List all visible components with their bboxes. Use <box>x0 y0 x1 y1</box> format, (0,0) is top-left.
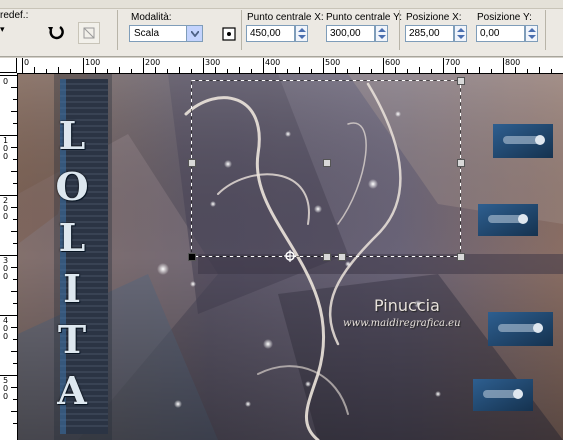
preset-dropdown-arrow-icon[interactable]: ▾ <box>0 24 5 35</box>
reset-rotate-icon[interactable] <box>46 22 66 42</box>
mode-value: Scala <box>134 28 160 39</box>
ruler-label: 3 0 0 <box>3 256 9 281</box>
ruler-label: 100 <box>85 58 101 67</box>
toolbar-separator <box>399 10 400 50</box>
transform-handle[interactable] <box>457 253 465 261</box>
ruler-label: 0 <box>3 77 9 86</box>
center-y-label: Punto centrale Y: <box>326 12 402 23</box>
ruler-label: 0 <box>24 58 30 67</box>
pos-x-label: Posizione X: <box>406 12 462 23</box>
ruler-label: 4 0 0 <box>3 316 9 341</box>
transform-handle[interactable] <box>188 159 196 167</box>
horizontal-ruler[interactable]: 0 100 200 300 400 500 600 700 800 <box>17 58 563 74</box>
transform-handle[interactable] <box>457 77 465 85</box>
ruler-label: 5 0 0 <box>3 376 9 401</box>
center-y-input[interactable]: 300,00 <box>326 25 375 42</box>
pos-y-label: Posizione Y: <box>477 12 532 23</box>
center-x-spinner[interactable] <box>295 25 308 42</box>
ruler-label: 600 <box>385 58 401 67</box>
pos-x-input[interactable]: 285,00 <box>405 25 454 42</box>
center-point-icon[interactable] <box>219 24 239 44</box>
ruler-label: 1 0 0 <box>3 136 9 161</box>
document-image[interactable]: L O L I T A Pinuccia www.maidiregrafica.… <box>18 74 563 440</box>
pos-x-spinner[interactable] <box>454 25 467 42</box>
vertical-ruler[interactable]: 0 1 0 0 2 0 0 3 0 0 4 0 0 5 0 0 <box>0 73 18 440</box>
preset-label: redef.: <box>0 10 29 21</box>
ruler-label: 800 <box>505 58 521 67</box>
transform-handle[interactable] <box>323 253 331 261</box>
chevron-down-icon[interactable] <box>186 26 202 41</box>
apply-transform-icon[interactable] <box>78 22 100 44</box>
ruler-label: 500 <box>325 58 341 67</box>
tool-options-toolbar: redef.: ▾ Modalità: Scala Punto centrale… <box>0 0 563 57</box>
ruler-label: 400 <box>265 58 281 67</box>
toolbar-top-strip <box>0 0 563 9</box>
transform-handle[interactable] <box>188 253 196 261</box>
mode-label: Modalità: <box>131 12 172 23</box>
transform-handle[interactable] <box>323 159 331 167</box>
center-x-label: Punto centrale X: <box>247 12 324 23</box>
transform-bounding-box[interactable] <box>191 80 461 257</box>
pos-y-spinner[interactable] <box>525 25 538 42</box>
toolbar-separator <box>241 10 242 50</box>
toolbar-separator <box>117 10 118 50</box>
pos-y-input[interactable]: 0,00 <box>476 25 525 42</box>
ruler-label: 700 <box>445 58 461 67</box>
center-y-spinner[interactable] <box>375 25 388 42</box>
center-x-input[interactable]: 450,00 <box>246 25 295 42</box>
ruler-label: 300 <box>205 58 221 67</box>
ruler-corner <box>0 58 17 73</box>
transform-handle[interactable] <box>338 253 346 261</box>
toolbar-separator <box>545 10 546 50</box>
ruler-label: 2 0 0 <box>3 196 9 221</box>
mode-select[interactable]: Scala <box>129 25 203 42</box>
rotation-pivot-icon[interactable] <box>284 250 296 262</box>
ruler-label: 200 <box>145 58 161 67</box>
transform-handle[interactable] <box>457 159 465 167</box>
